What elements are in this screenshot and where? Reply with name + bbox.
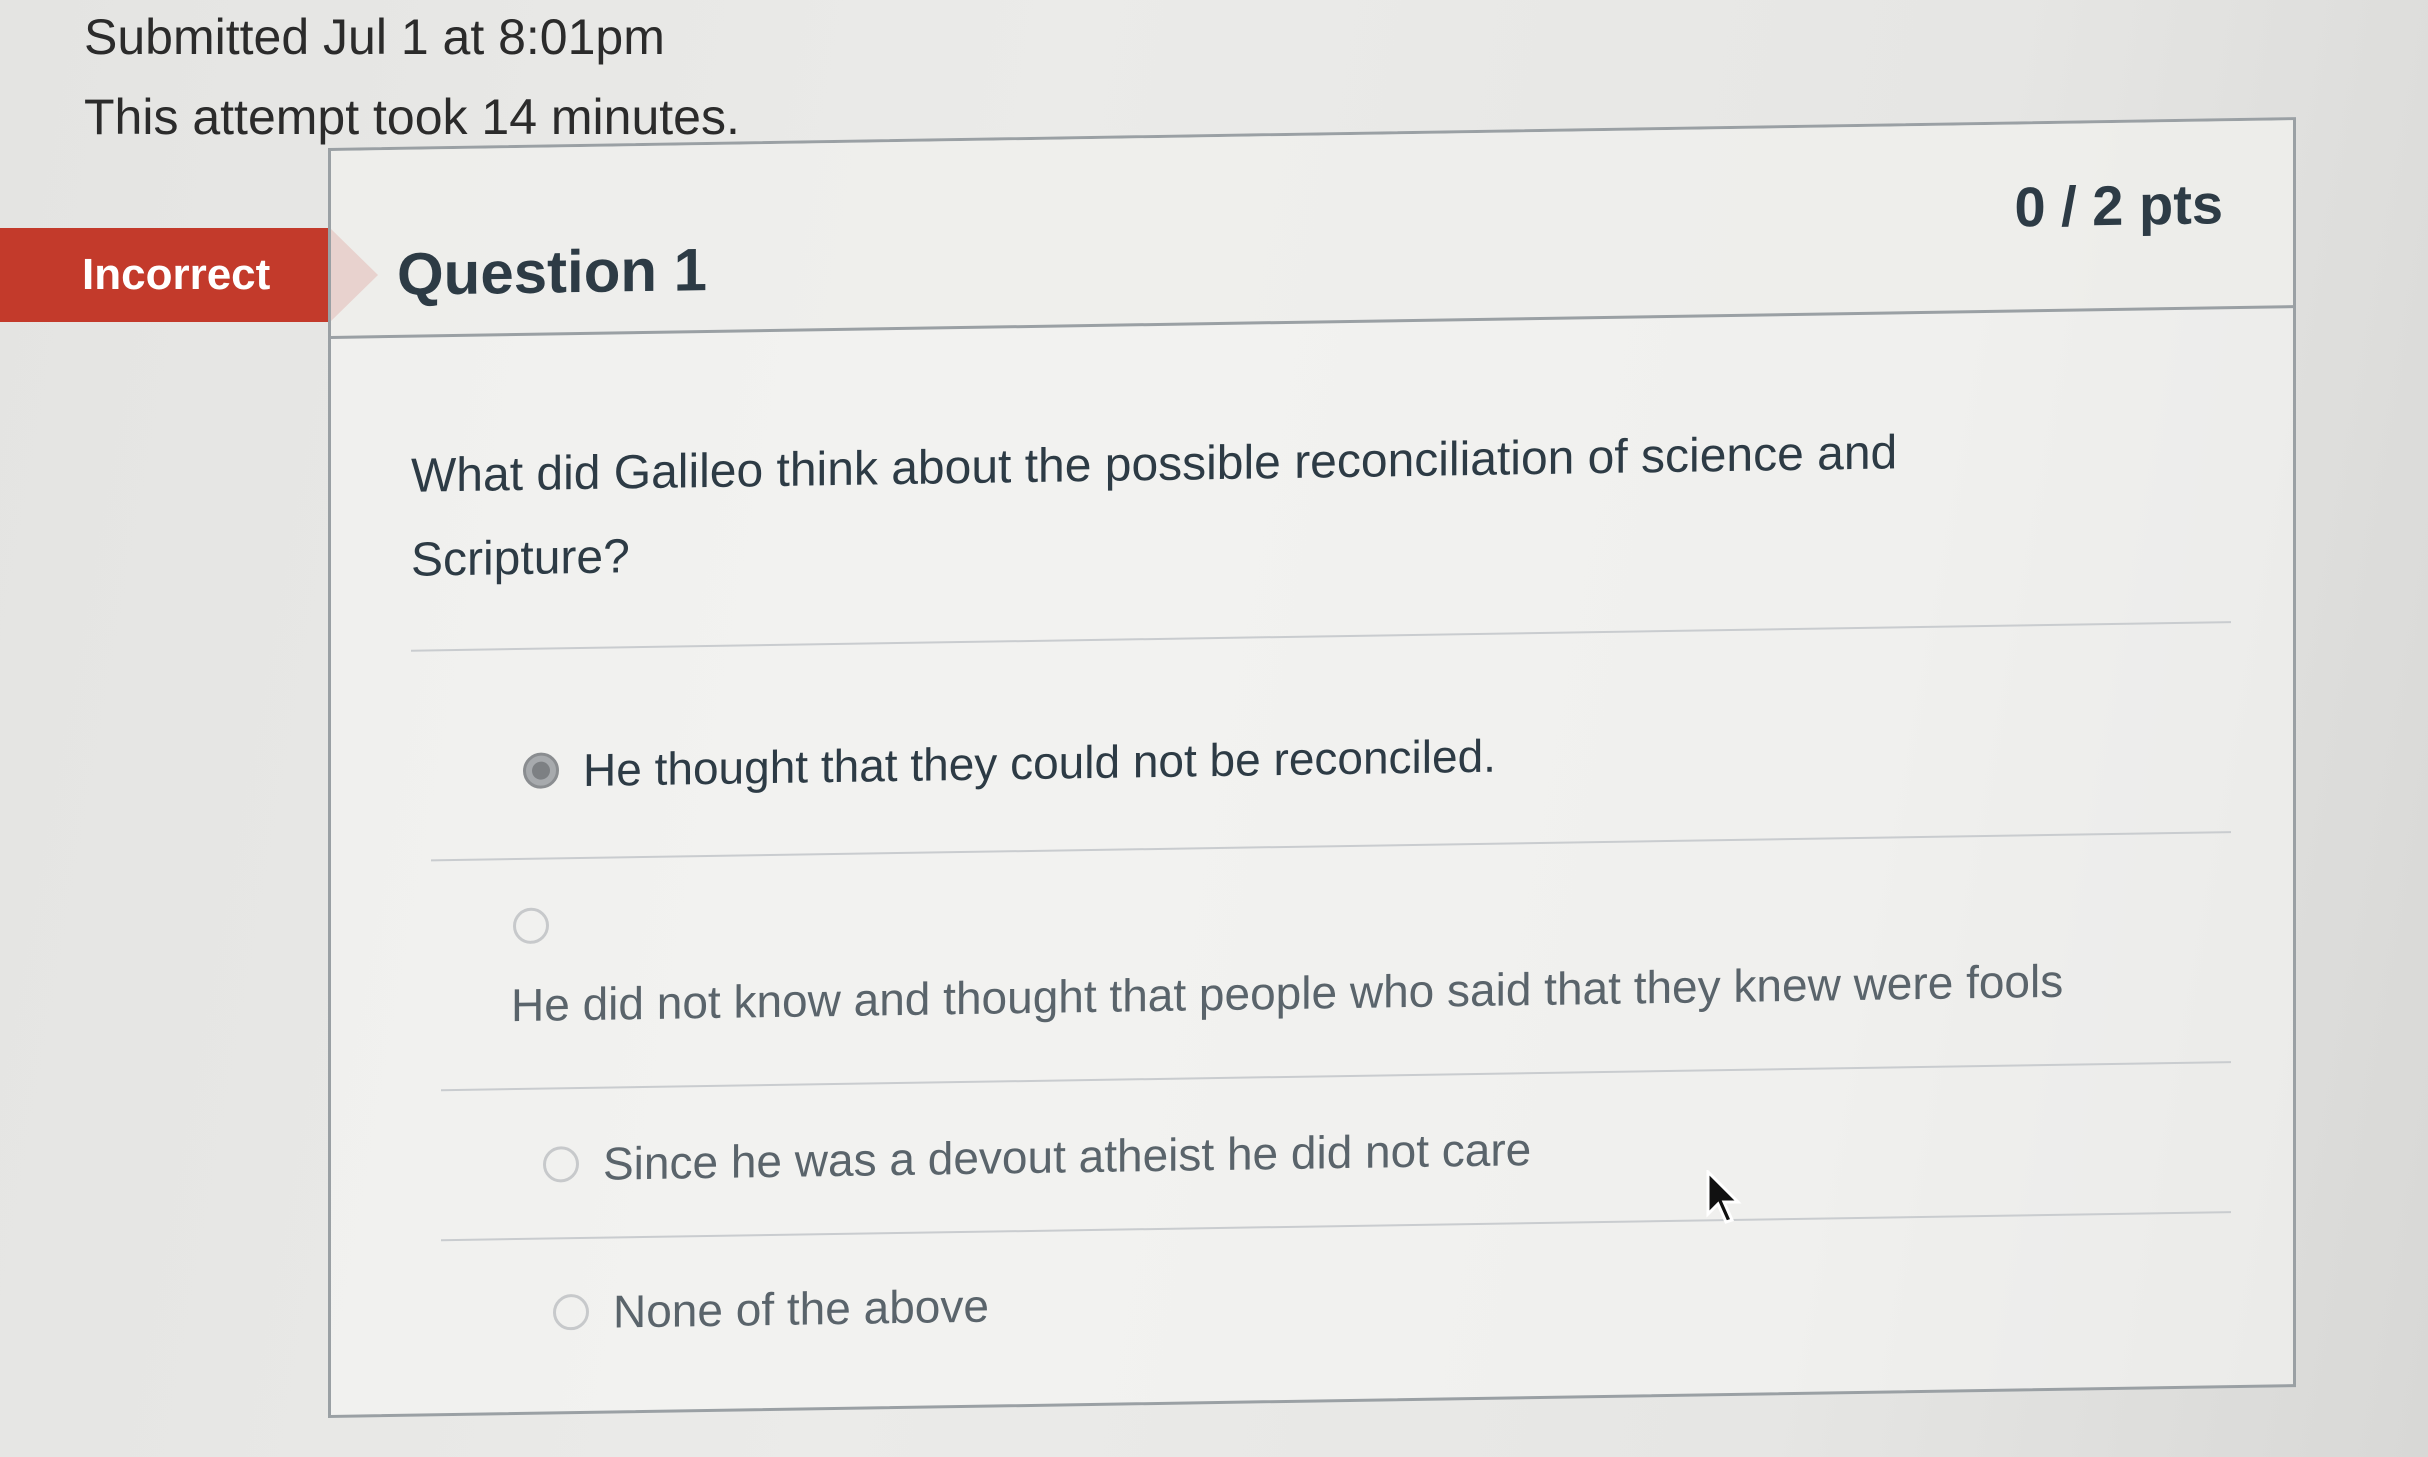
status-label: Incorrect: [82, 250, 271, 299]
radio-unselected-icon[interactable]: [543, 1146, 579, 1183]
radio-unselected-icon[interactable]: [553, 1293, 589, 1331]
answer-option-2[interactable]: He did not know and thought that people …: [511, 954, 2063, 1032]
answer-option-1[interactable]: He thought that they could not be reconc…: [523, 729, 1496, 798]
answer-option-2-radio[interactable]: [513, 907, 573, 945]
answer-option-4[interactable]: None of the above: [553, 1279, 989, 1340]
answer-divider: [431, 831, 2231, 862]
question-text: What did Galileo think about the possibl…: [411, 426, 1898, 587]
mouse-pointer-icon: [1706, 1170, 1742, 1224]
question-points: 0 / 2 pts: [2014, 172, 2223, 239]
answer-label: He thought that they could not be reconc…: [583, 729, 1496, 796]
answer-divider: [441, 1061, 2231, 1092]
answer-option-3[interactable]: Since he was a devout atheist he did not…: [543, 1122, 1531, 1192]
answer-label: Since he was a devout atheist he did not…: [603, 1123, 1532, 1190]
answer-divider: [441, 1211, 2231, 1242]
incorrect-status-tag: Incorrect: [0, 228, 378, 322]
attempt-duration: This attempt took 14 minutes.: [84, 89, 740, 145]
question-header: Question 1 0 / 2 pts: [331, 120, 2293, 339]
radio-unselected-icon[interactable]: [513, 907, 549, 945]
answer-label: None of the above: [613, 1279, 989, 1338]
question-title: Question 1: [397, 236, 708, 308]
answer-label: He did not know and thought that people …: [511, 954, 2064, 1032]
radio-selected-icon[interactable]: [523, 752, 559, 789]
question-card: Question 1 0 / 2 pts What did Galileo th…: [328, 117, 2296, 1418]
submitted-timestamp: Submitted Jul 1 at 8:01pm: [84, 9, 665, 65]
question-divider: [411, 621, 2231, 652]
